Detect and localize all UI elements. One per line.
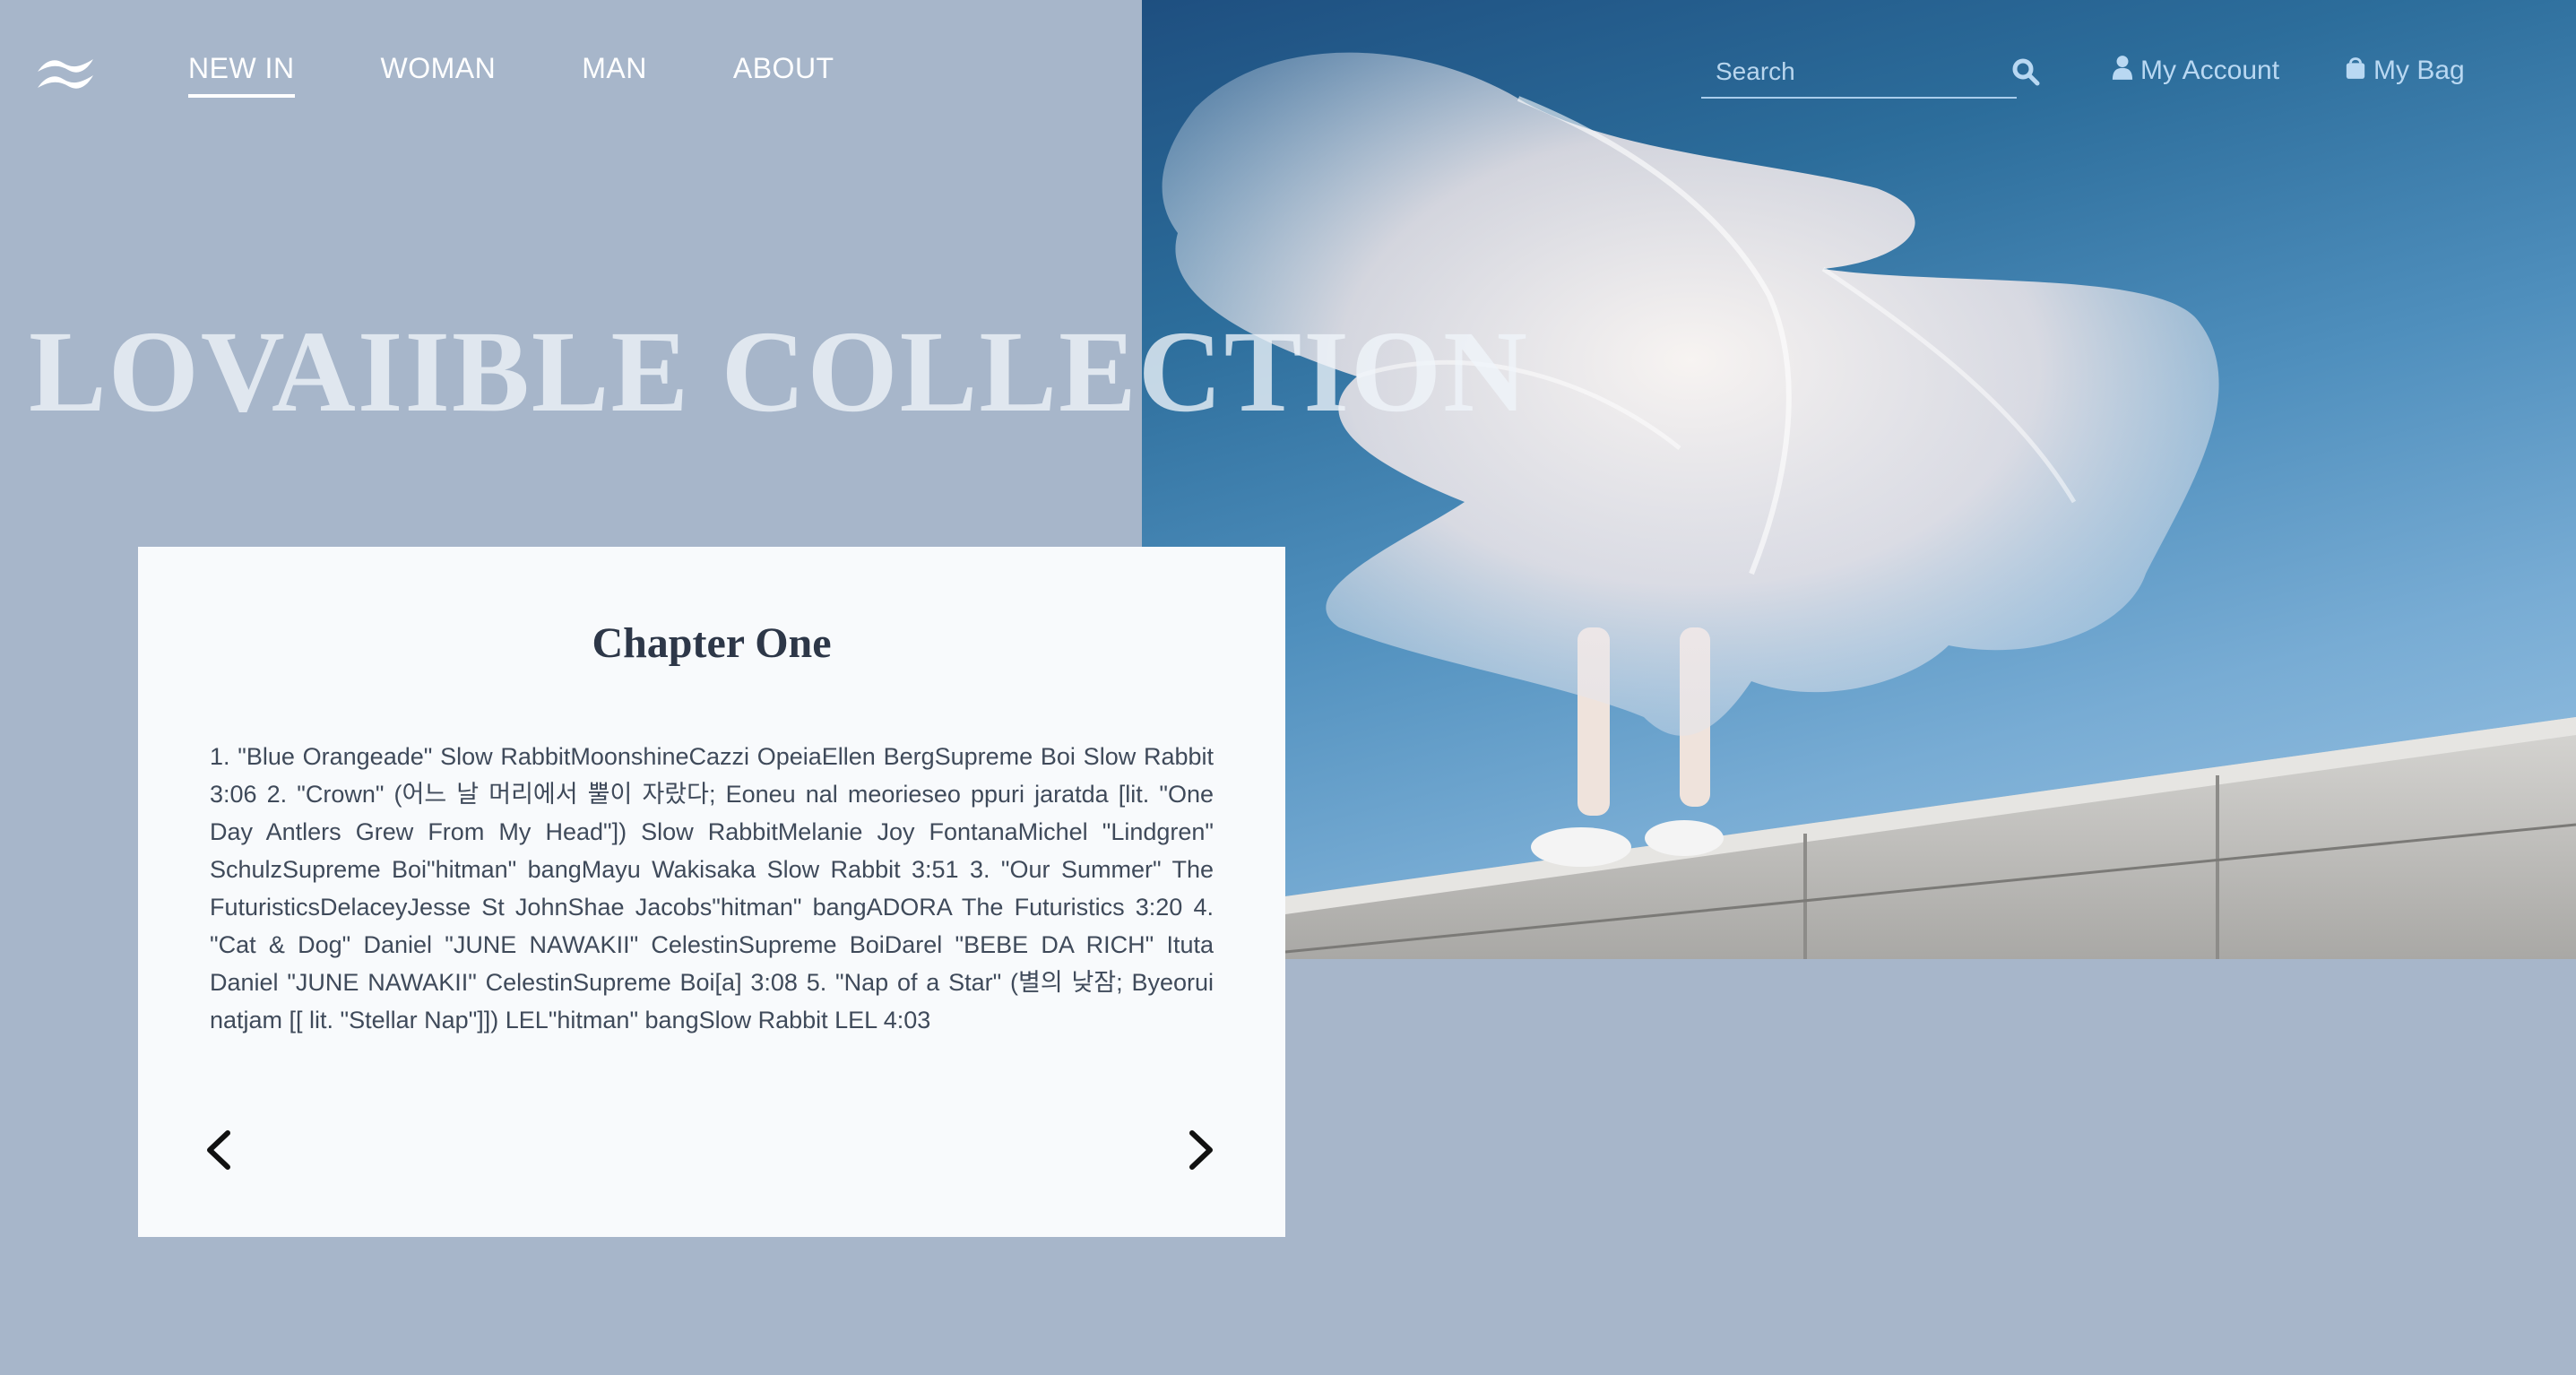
my-bag-link[interactable]: My Bag [2345,54,2465,88]
chevron-left-icon[interactable] [203,1128,235,1172]
top-nav: NEW IN WOMAN MAN ABOUT My Account [0,0,2576,143]
page: NEW IN WOMAN MAN ABOUT My Account [0,0,2576,1375]
hero-photo-art [1162,52,2576,959]
chapter-card: Chapter One 1. "Blue Orangeade" Slow Rab… [138,547,1285,1237]
card-title: Chapter One [592,619,832,667]
card-body-text: 1. "Blue Orangeade" Slow RabbitMoonshine… [210,743,1214,1033]
my-account-link[interactable]: My Account [2112,54,2279,88]
nav-link-about[interactable]: ABOUT [733,52,834,98]
nav-link-new-in[interactable]: NEW IN [188,52,295,98]
nav-link-man[interactable]: MAN [582,52,647,98]
hero-title: LOVAIIBLE COLLECTION [29,307,1529,437]
nav-link-woman[interactable]: WOMAN [381,52,497,98]
my-bag-label: My Bag [2373,56,2465,85]
shopping-bag-icon [2345,54,2366,88]
wave-logo-icon[interactable] [36,52,95,93]
my-account-label: My Account [2140,56,2280,85]
search-box [1701,52,2017,99]
user-icon [2112,54,2133,88]
hero-image [1142,0,2576,959]
search-input[interactable] [1701,52,1967,91]
chevron-right-icon[interactable] [1185,1128,1217,1172]
nav-links: NEW IN WOMAN MAN ABOUT [188,52,921,98]
search-icon[interactable] [2011,57,2040,86]
